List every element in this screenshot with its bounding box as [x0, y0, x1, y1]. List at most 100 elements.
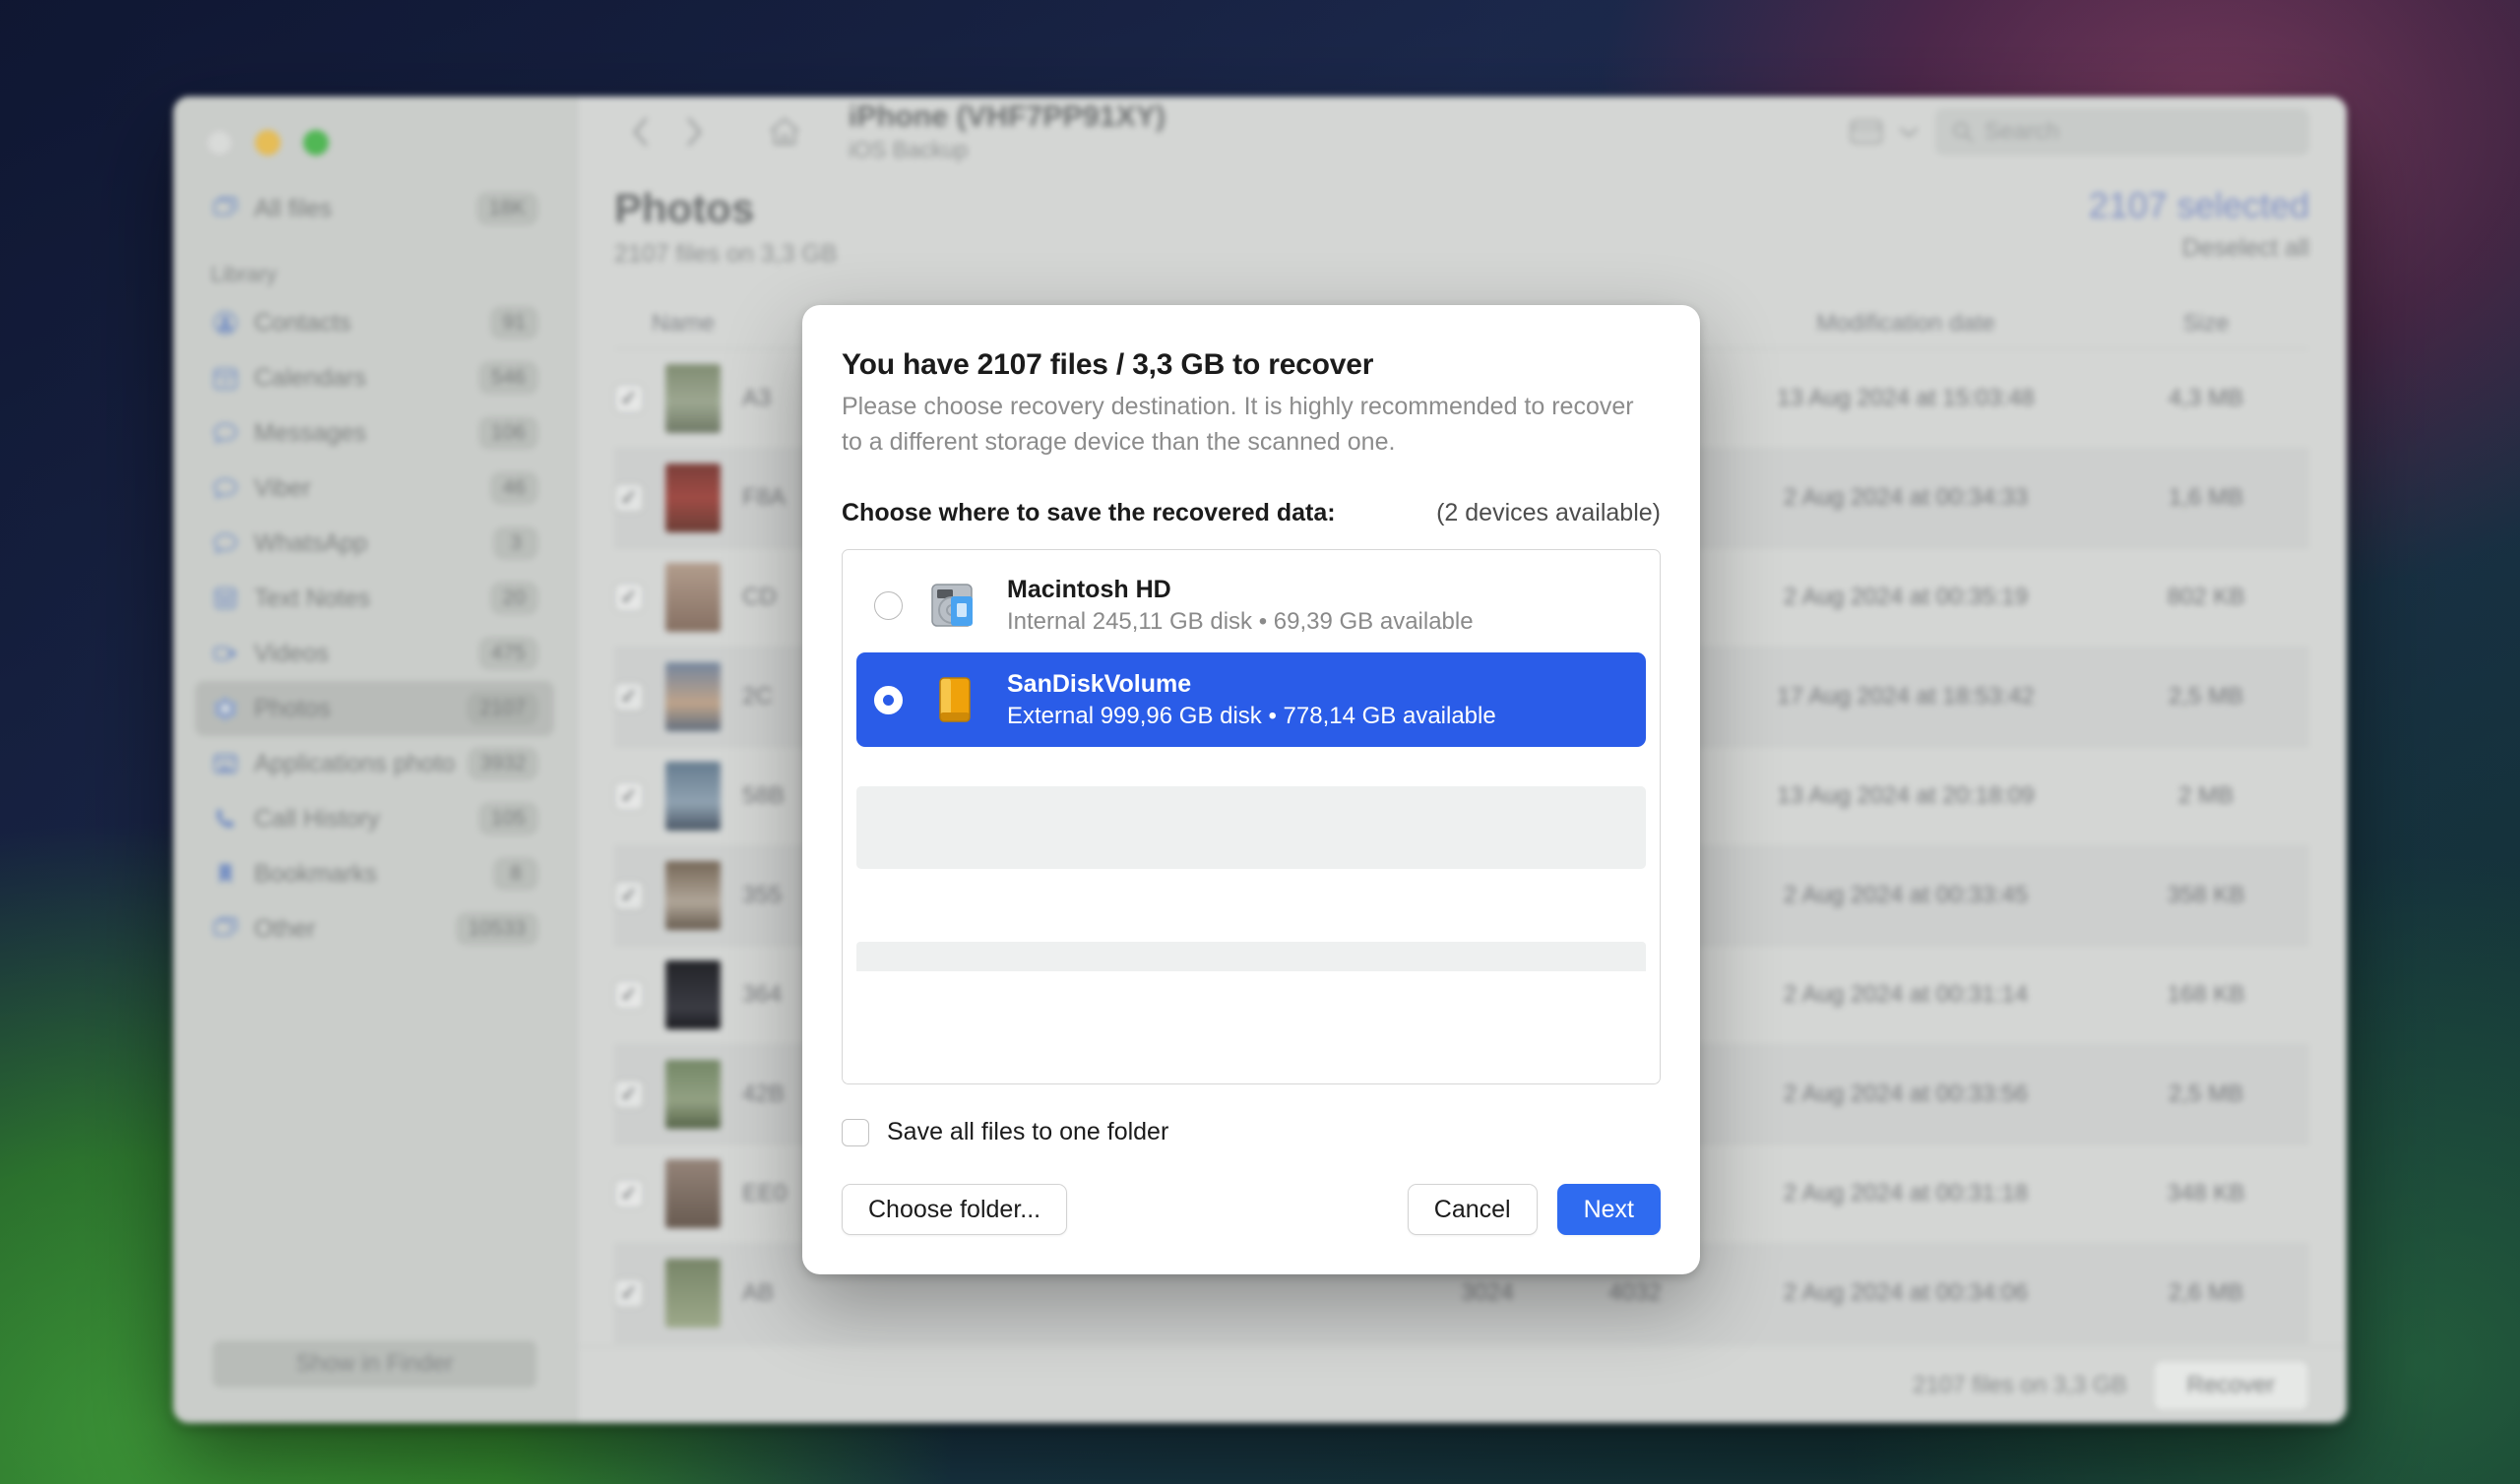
file-height: 4032	[1608, 1279, 1662, 1307]
save-one-folder-label: Save all files to one folder	[887, 1118, 1169, 1145]
file-thumbnail	[665, 861, 721, 931]
device-row-macintosh-hd[interactable]: Macintosh HD Internal 245,11 GB disk • 6…	[856, 558, 1646, 652]
file-modification-date: 17 Aug 2024 at 18:53:42	[1777, 683, 2035, 711]
row-checkbox[interactable]: ✓	[614, 384, 644, 414]
sidebar-item-label: Other	[254, 914, 316, 943]
file-thumbnail	[665, 563, 721, 633]
sidebar-item-count: 91	[489, 306, 538, 340]
sidebar-item-whatsapp[interactable]: WhatsApp 3	[195, 516, 554, 571]
message-bubble-icon	[211, 418, 240, 448]
file-size: 2 MB	[2177, 782, 2234, 810]
page-subtitle: 2107 files on 3,3 GB	[614, 240, 838, 269]
file-modification-date: 2 Aug 2024 at 00:31:14	[1783, 981, 2029, 1009]
next-button[interactable]: Next	[1556, 1184, 1661, 1235]
file-modification-date: 2 Aug 2024 at 00:35:19	[1783, 584, 2029, 611]
file-thumbnail	[665, 1060, 721, 1130]
forward-button[interactable]	[667, 105, 721, 158]
device-list-placeholder-row	[856, 942, 1646, 971]
deselect-all-button[interactable]: Deselect all	[2089, 234, 2309, 263]
sidebar-item-other[interactable]: Other 10533	[195, 901, 554, 957]
file-modification-date: 2 Aug 2024 at 00:34:33	[1783, 484, 2029, 512]
column-header-date[interactable]: Modification date	[1709, 310, 2103, 338]
show-in-finder-button[interactable]: Show in Finder	[213, 1340, 536, 1388]
row-checkbox[interactable]: ✓	[614, 1080, 644, 1110]
row-checkbox[interactable]: ✓	[614, 881, 644, 911]
dialog-title: You have 2107 files / 3,3 GB to recover	[842, 348, 1374, 381]
home-icon[interactable]	[758, 105, 811, 158]
file-size: 168 KB	[2167, 981, 2245, 1009]
save-one-folder-checkbox-row[interactable]: Save all files to one folder	[842, 1118, 1661, 1146]
recovery-destination-dialog: You have 2107 files / 3,3 GB to recover …	[802, 305, 1700, 1274]
chevron-down-icon[interactable]	[1898, 125, 1920, 139]
device-radio[interactable]	[874, 685, 903, 714]
file-name: EE0	[742, 1180, 788, 1207]
sidebar-item-count: 18K	[475, 192, 538, 225]
column-header-size[interactable]: Size	[2103, 310, 2309, 338]
device-details: Internal 245,11 GB disk • 69,39 GB avail…	[1007, 607, 1474, 635]
cancel-button[interactable]: Cancel	[1407, 1184, 1538, 1235]
file-size: 2,6 MB	[2168, 1279, 2244, 1307]
row-checkbox[interactable]: ✓	[614, 682, 644, 712]
row-checkbox[interactable]: ✓	[614, 583, 644, 613]
sidebar-item-label: Viber	[254, 473, 311, 502]
photos-flower-icon	[211, 694, 240, 723]
sidebar-item-text-notes[interactable]: Text Notes 20	[195, 571, 554, 626]
file-width: 3024	[1461, 1279, 1514, 1307]
back-button[interactable]	[614, 105, 667, 158]
recover-button[interactable]: Recover	[2152, 1359, 2309, 1411]
sidebar-item-bookmarks[interactable]: Bookmarks 8	[195, 846, 554, 901]
sidebar-item-messages[interactable]: Messages 106	[195, 405, 554, 461]
sidebar-item-all-files[interactable]: All files 18K	[195, 181, 554, 236]
sidebar-item-photos[interactable]: Photos 2107	[195, 681, 554, 736]
row-checkbox[interactable]: ✓	[614, 483, 644, 514]
close-window-button[interactable]	[207, 130, 232, 155]
sidebar-item-videos[interactable]: Videos 475	[195, 626, 554, 681]
search-icon	[1953, 122, 1973, 143]
sidebar-item-call-history[interactable]: Call History 105	[195, 791, 554, 846]
file-thumbnail	[665, 1159, 721, 1229]
sidebar-item-count: 106	[477, 416, 538, 450]
maximize-window-button[interactable]	[303, 130, 329, 155]
sidebar-item-list: Contacts 91 29 Calendars 546 Messages 106 Viber…	[173, 295, 576, 957]
phone-icon	[211, 804, 240, 834]
choose-folder-button[interactable]: Choose folder...	[842, 1184, 1068, 1235]
page-title: Photos	[614, 185, 755, 232]
row-checkbox[interactable]: ✓	[614, 781, 644, 812]
footer-bar: 2107 files on 3,3 GB Recover	[577, 1346, 2347, 1423]
file-name: 364	[742, 981, 783, 1009]
file-thumbnail	[665, 364, 721, 434]
sidebar-item-count: 2107	[467, 692, 538, 725]
device-title-block: iPhone (VHF7PP91XY) iOS Backup	[849, 100, 1166, 163]
file-name: 58B	[742, 782, 785, 810]
device-subtitle: iOS Backup	[849, 137, 969, 163]
minimize-window-button[interactable]	[255, 130, 281, 155]
device-list[interactable]: Macintosh HD Internal 245,11 GB disk • 6…	[842, 549, 1661, 1084]
row-checkbox[interactable]: ✓	[614, 1179, 644, 1209]
search-input[interactable]: Search	[1935, 108, 2309, 156]
device-radio[interactable]	[874, 590, 903, 620]
sidebar-item-count: 10533	[455, 912, 538, 946]
sidebar-item-applications-photo[interactable]: Applications photo 3932	[195, 736, 554, 791]
choose-destination-row: Choose where to save the recovered data:…	[842, 499, 1661, 527]
sidebar-item-calendars[interactable]: 29 Calendars 546	[195, 350, 554, 405]
save-one-folder-checkbox[interactable]	[842, 1118, 869, 1146]
svg-text:29: 29	[220, 377, 230, 387]
view-options-icon[interactable]	[1841, 112, 1892, 152]
row-checkbox[interactable]: ✓	[614, 1278, 644, 1309]
sidebar-item-viber[interactable]: Viber 46	[195, 461, 554, 516]
file-size: 4,3 MB	[2168, 385, 2244, 412]
footer-count: 2107 files on 3,3 GB	[1913, 1371, 2127, 1398]
device-details: External 999,96 GB disk • 778,14 GB avai…	[1007, 702, 1496, 729]
video-camera-icon	[211, 639, 240, 668]
file-thumbnail	[665, 762, 721, 832]
sidebar-item-contacts[interactable]: Contacts 91	[195, 295, 554, 350]
device-name: Macintosh HD	[1007, 575, 1171, 603]
sidebar-item-count: 3932	[467, 747, 538, 780]
file-size: 2,5 MB	[2168, 683, 2244, 711]
row-checkbox[interactable]: ✓	[614, 980, 644, 1011]
search-placeholder: Search	[1984, 118, 2060, 146]
sidebar-item-label: Videos	[254, 639, 329, 667]
sidebar-item-count: 546	[477, 361, 538, 395]
contacts-icon	[211, 308, 240, 338]
device-row-sandiskvolume[interactable]: SanDiskVolume External 999,96 GB disk • …	[856, 652, 1646, 747]
